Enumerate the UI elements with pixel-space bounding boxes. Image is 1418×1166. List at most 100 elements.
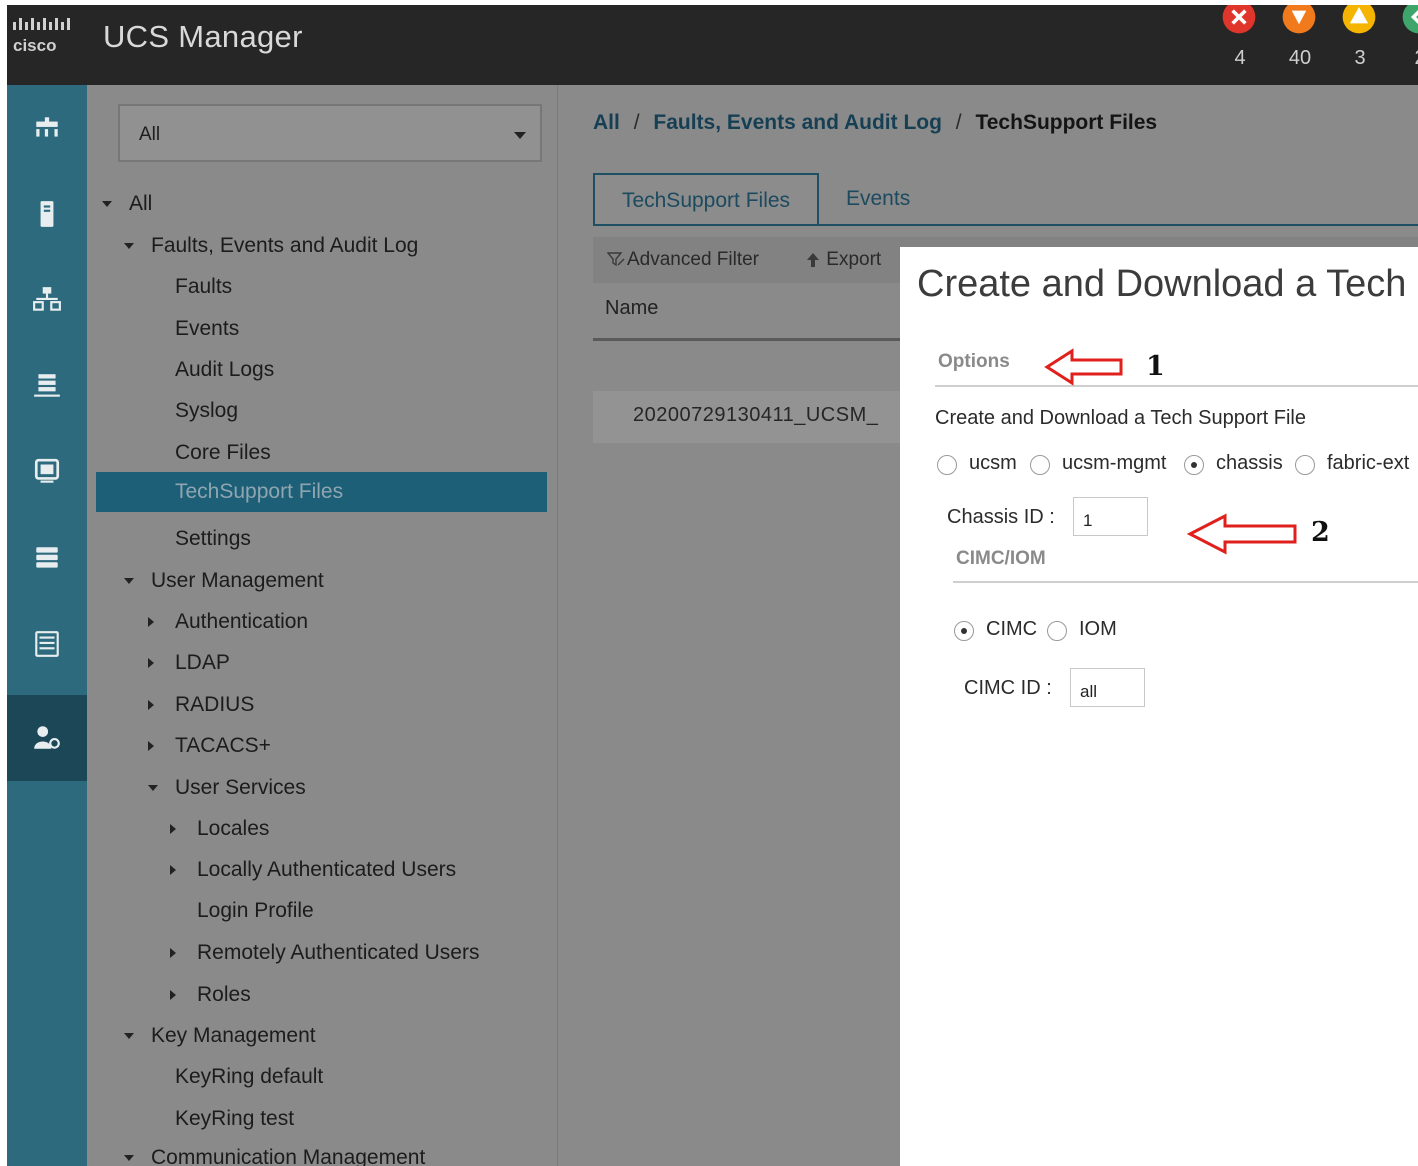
tree-item-faults[interactable]: Faults bbox=[87, 267, 547, 307]
tree-item-faults-events-and-audit-log[interactable]: Faults, Events and Audit Log bbox=[87, 226, 547, 266]
nav-tab-admin[interactable] bbox=[7, 695, 87, 781]
breadcrumb-link-faults[interactable]: Faults, Events and Audit Log bbox=[653, 111, 942, 134]
tree-item-login-profile[interactable]: Login Profile bbox=[87, 891, 547, 931]
tree-item-keyring-default[interactable]: KeyRing default bbox=[87, 1057, 547, 1097]
caret-down-icon[interactable] bbox=[124, 1033, 134, 1039]
nav-tab-servers[interactable] bbox=[7, 171, 87, 257]
caret-down-icon[interactable] bbox=[124, 1155, 134, 1161]
critical-fault-icon[interactable] bbox=[1217, 5, 1261, 37]
fault-count[interactable]: 4 bbox=[1220, 47, 1260, 70]
nav-filter-value: All bbox=[139, 124, 161, 145]
caret-down-icon[interactable] bbox=[102, 201, 112, 207]
scope-radio-ucsm[interactable] bbox=[937, 455, 957, 475]
caret-right-icon[interactable] bbox=[148, 700, 154, 710]
minor-fault-icon[interactable] bbox=[1337, 5, 1381, 37]
caret-right-icon[interactable] bbox=[170, 948, 176, 958]
nav-tab-lan[interactable] bbox=[7, 257, 87, 343]
advanced-filter-button[interactable]: Advanced Filter bbox=[606, 237, 759, 283]
tree-item-events[interactable]: Events bbox=[87, 309, 547, 349]
warning-fault-icon[interactable] bbox=[1397, 5, 1418, 37]
tree-item-label: All bbox=[129, 192, 153, 215]
nav-tab-equipment[interactable] bbox=[7, 85, 87, 171]
tree-item-label: RADIUS bbox=[175, 693, 255, 716]
scope-radio-label[interactable]: ucsm bbox=[969, 452, 1017, 475]
tree-item-authentication[interactable]: Authentication bbox=[87, 602, 547, 642]
tree-item-label: Communication Management bbox=[151, 1146, 426, 1166]
target-radio-cimc[interactable] bbox=[954, 621, 974, 641]
tree-item-audit-logs[interactable]: Audit Logs bbox=[87, 350, 547, 390]
tree-item-all[interactable]: All bbox=[87, 184, 547, 224]
tree-item-core-files[interactable]: Core Files bbox=[87, 433, 547, 473]
scope-radio-ucsm-mgmt[interactable] bbox=[1030, 455, 1050, 475]
tree-item-label: User Management bbox=[151, 569, 324, 592]
breadcrumb-link-all[interactable]: All bbox=[593, 111, 620, 134]
fault-count[interactable]: 3 bbox=[1340, 47, 1380, 70]
caret-down-icon[interactable] bbox=[124, 243, 134, 249]
tree-item-syslog[interactable]: Syslog bbox=[87, 391, 547, 431]
filter-icon bbox=[606, 252, 625, 267]
tree-item-communication-management[interactable]: Communication Management bbox=[87, 1138, 547, 1166]
column-name-header[interactable]: Name bbox=[605, 297, 658, 320]
tree-item-radius[interactable]: RADIUS bbox=[87, 685, 547, 725]
options-divider bbox=[935, 385, 1418, 387]
scope-radio-label[interactable]: ucsm-mgmt bbox=[1062, 452, 1166, 475]
caret-right-icon[interactable] bbox=[170, 865, 176, 875]
export-button[interactable]: Export bbox=[805, 237, 881, 283]
tree-item-tacacs[interactable]: TACACS+ bbox=[87, 726, 547, 766]
fault-count[interactable]: 2 bbox=[1400, 47, 1418, 70]
tab-underline bbox=[593, 224, 1418, 226]
tree-item-keyring-test[interactable]: KeyRing test bbox=[87, 1099, 547, 1139]
nav-tab-storage[interactable] bbox=[7, 515, 87, 601]
tree-item-roles[interactable]: Roles bbox=[87, 975, 547, 1015]
caret-right-icon[interactable] bbox=[170, 824, 176, 834]
annotation-label: 1 bbox=[1146, 351, 1165, 382]
tree-item-label: TechSupport Files bbox=[175, 480, 344, 503]
tree-item-techsupport-files[interactable]: TechSupport Files bbox=[96, 472, 547, 512]
export-label: Export bbox=[826, 249, 882, 270]
caret-right-icon[interactable] bbox=[148, 741, 154, 751]
caret-right-icon[interactable] bbox=[148, 617, 154, 627]
caret-right-icon[interactable] bbox=[148, 658, 154, 668]
cimc-id-label: CIMC ID : bbox=[964, 677, 1052, 699]
scope-radio-fabric-ext[interactable] bbox=[1295, 455, 1315, 475]
cimc-id-input[interactable] bbox=[1070, 668, 1145, 707]
cimc-iom-section-header: CIMC/IOM bbox=[956, 548, 1046, 569]
tree-item-locally-authenticated-users[interactable]: Locally Authenticated Users bbox=[87, 850, 547, 890]
chassis-id-input[interactable] bbox=[1073, 497, 1148, 536]
tree-item-user-management[interactable]: User Management bbox=[87, 561, 547, 601]
tree-item-ldap[interactable]: LDAP bbox=[87, 643, 547, 683]
nav-tab-vm[interactable] bbox=[7, 429, 87, 515]
admin-icon bbox=[34, 726, 60, 749]
tree-item-key-management[interactable]: Key Management bbox=[87, 1016, 547, 1056]
major-fault-icon[interactable] bbox=[1277, 5, 1321, 37]
nav-filter-select[interactable]: All bbox=[118, 104, 542, 162]
nav-tab-chassis[interactable] bbox=[7, 601, 87, 687]
annotation-arrow-icon bbox=[1187, 513, 1297, 555]
caret-down-icon[interactable] bbox=[124, 578, 134, 584]
tree-item-user-services[interactable]: User Services bbox=[87, 768, 547, 808]
tree-item-label: Faults, Events and Audit Log bbox=[151, 234, 419, 257]
tree-item-settings[interactable]: Settings bbox=[87, 519, 547, 559]
scope-radio-label[interactable]: chassis bbox=[1216, 452, 1283, 475]
caret-down-icon[interactable] bbox=[148, 785, 158, 791]
tree-item-label: Login Profile bbox=[197, 899, 314, 922]
fault-count[interactable]: 40 bbox=[1280, 47, 1320, 70]
tree-item-label: KeyRing default bbox=[175, 1065, 324, 1088]
target-radio-iom[interactable] bbox=[1047, 621, 1067, 641]
tree-item-label: KeyRing test bbox=[175, 1107, 295, 1130]
caret-right-icon[interactable] bbox=[170, 990, 176, 1000]
tab-events[interactable]: Events bbox=[846, 173, 910, 225]
dialog-subtitle: Create and Download a Tech Support File bbox=[935, 407, 1306, 429]
nav-tab-san[interactable] bbox=[7, 343, 87, 429]
tab-techsupport-files[interactable]: TechSupport Files bbox=[593, 173, 819, 225]
servers-icon bbox=[40, 201, 54, 227]
target-radio-label[interactable]: IOM bbox=[1079, 618, 1117, 641]
scope-radio-label[interactable]: fabric-ext bbox=[1327, 452, 1409, 475]
navigation-panel: All All Faults, Events and Audit Log Fault… bbox=[87, 85, 558, 1166]
target-radio-label[interactable]: CIMC bbox=[986, 618, 1037, 641]
chassis-icon bbox=[35, 631, 59, 657]
chassis-id-label: Chassis ID : bbox=[947, 506, 1055, 528]
tree-item-remotely-authenticated-users[interactable]: Remotely Authenticated Users bbox=[87, 933, 547, 973]
tree-item-locales[interactable]: Locales bbox=[87, 809, 547, 849]
scope-radio-chassis[interactable] bbox=[1184, 455, 1204, 475]
